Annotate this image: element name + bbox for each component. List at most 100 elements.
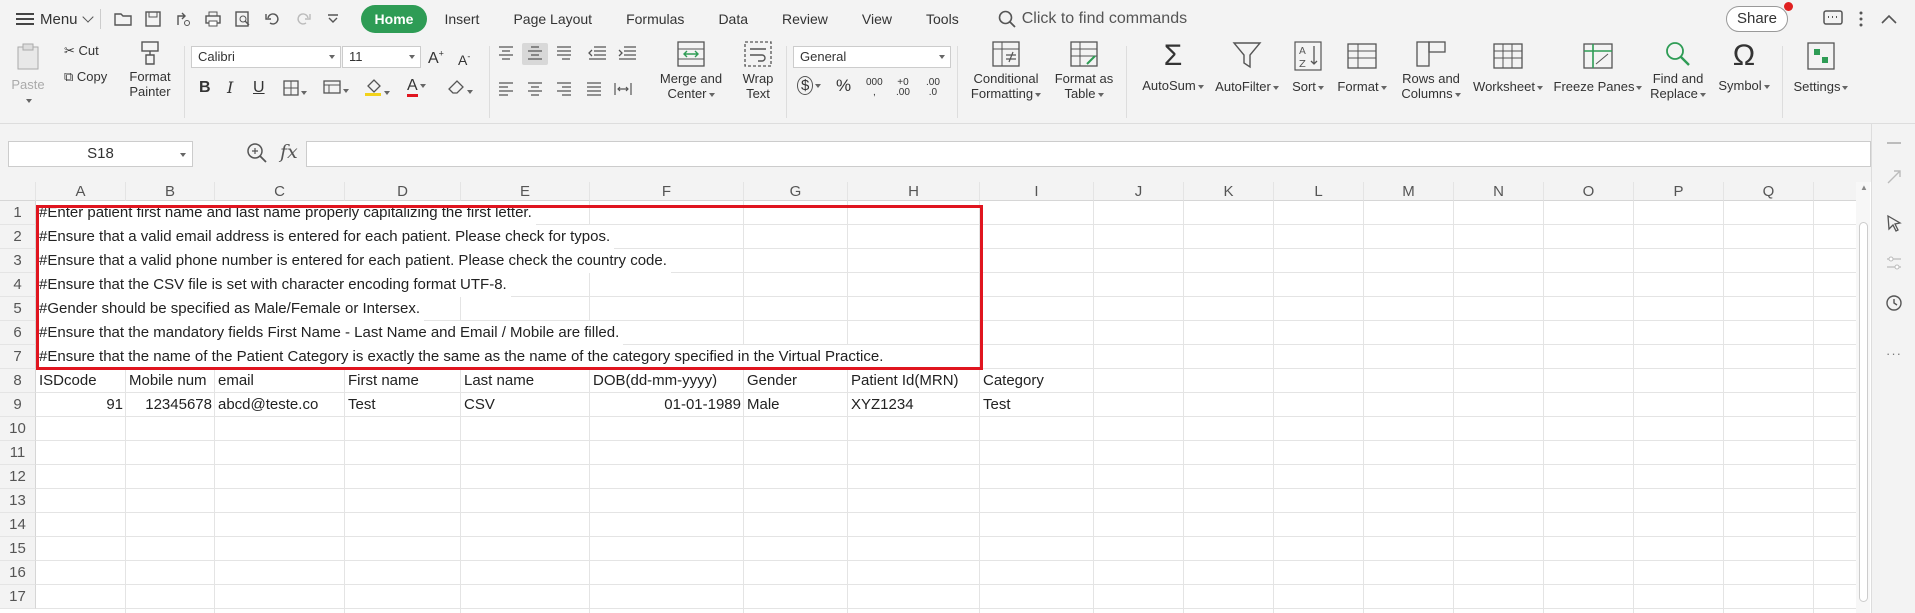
row-header-2[interactable]: 2: [0, 225, 36, 249]
align-right-button[interactable]: [556, 82, 572, 99]
menu-button[interactable]: Menu: [16, 5, 94, 33]
thousands-button[interactable]: 000,: [866, 78, 883, 98]
column-header-o[interactable]: O: [1544, 182, 1634, 201]
column-header-k[interactable]: K: [1184, 182, 1274, 201]
data-cell-i9[interactable]: Test: [983, 393, 1091, 417]
redo-icon[interactable]: [289, 5, 317, 33]
pointer-icon[interactable]: [1883, 212, 1905, 234]
tab-home[interactable]: Home: [360, 5, 428, 33]
header-cell-g8[interactable]: Gender: [747, 369, 847, 393]
font-name-select[interactable]: Calibri: [191, 46, 341, 68]
column-header-e[interactable]: E: [461, 182, 590, 201]
header-cell-b8[interactable]: Mobile num: [129, 369, 214, 393]
row-header-6[interactable]: 6: [0, 321, 36, 345]
format-painter-button[interactable]: Format Painter: [124, 40, 176, 99]
minimize-pane-icon[interactable]: [1883, 132, 1905, 154]
scroll-up-icon[interactable]: ▲: [1860, 183, 1868, 192]
data-cell-b9[interactable]: 12345678: [129, 393, 212, 417]
data-cell-g9[interactable]: Male: [747, 393, 845, 417]
italic-button[interactable]: I: [227, 80, 233, 96]
column-header-f[interactable]: F: [590, 182, 744, 201]
column-header-b[interactable]: B: [126, 182, 215, 201]
autosum-button[interactable]: Σ AutoSum: [1140, 40, 1206, 93]
row-header-13[interactable]: 13: [0, 489, 36, 513]
decrease-indent-button[interactable]: [588, 46, 606, 63]
data-cell-a9[interactable]: 91: [39, 393, 123, 417]
row-header-3[interactable]: 3: [0, 249, 36, 273]
fill-color-button[interactable]: [364, 78, 390, 99]
tab-insert[interactable]: Insert: [427, 5, 496, 33]
column-header-p[interactable]: P: [1634, 182, 1724, 201]
row-header-7[interactable]: 7: [0, 345, 36, 369]
column-header-q[interactable]: Q: [1724, 182, 1814, 201]
freeze-panes-button[interactable]: Freeze Panes: [1552, 40, 1644, 94]
note-cell-a2[interactable]: #Ensure that a valid email address is en…: [39, 225, 615, 249]
underline-button[interactable]: U: [253, 80, 265, 96]
data-cell-e9[interactable]: CSV: [464, 393, 587, 417]
column-header-i[interactable]: I: [980, 182, 1094, 201]
row-header-8[interactable]: 8: [0, 369, 36, 393]
tab-page-layout[interactable]: Page Layout: [496, 5, 609, 33]
data-cell-f9[interactable]: 01-01-1989: [593, 393, 741, 417]
column-header-a[interactable]: A: [36, 182, 126, 201]
wrap-text-button[interactable]: Wrap Text: [736, 40, 780, 101]
row-header-4[interactable]: 4: [0, 273, 36, 297]
adjust-icon[interactable]: [1883, 252, 1905, 274]
currency-button[interactable]: $: [797, 76, 822, 95]
align-center-button[interactable]: [527, 82, 543, 99]
symbol-button[interactable]: Ω Symbol: [1714, 40, 1774, 93]
more-options-icon[interactable]: [1848, 6, 1874, 32]
undo-icon[interactable]: [259, 5, 287, 33]
align-bottom-button[interactable]: [556, 46, 572, 63]
conditional-formatting-button[interactable]: Conditional Formatting: [967, 40, 1045, 101]
command-search[interactable]: Click to find commands: [998, 10, 1187, 28]
clear-button[interactable]: [447, 79, 473, 98]
column-header-n[interactable]: N: [1454, 182, 1544, 201]
share-button[interactable]: Share: [1726, 6, 1788, 32]
align-top-button[interactable]: [498, 46, 514, 63]
row-header-1[interactable]: 1: [0, 201, 36, 225]
column-header-d[interactable]: D: [345, 182, 461, 201]
row-header-10[interactable]: 10: [0, 417, 36, 441]
header-cell-a8[interactable]: ISDcode: [39, 369, 125, 393]
zoom-formula-icon[interactable]: [246, 142, 268, 169]
header-cell-d8[interactable]: First name: [348, 369, 460, 393]
open-folder-icon[interactable]: [109, 5, 137, 33]
name-box[interactable]: S18: [8, 141, 193, 167]
row-header-5[interactable]: 5: [0, 297, 36, 321]
note-cell-a1[interactable]: #Enter patient first name and last name …: [39, 201, 536, 225]
collapse-ribbon-icon[interactable]: [1876, 6, 1902, 32]
tab-tools[interactable]: Tools: [909, 5, 976, 33]
column-header-h[interactable]: H: [848, 182, 980, 201]
data-cell-h9[interactable]: XYZ1234: [851, 393, 977, 417]
insert-function-icon[interactable]: fx: [280, 141, 298, 163]
row-header-15[interactable]: 15: [0, 537, 36, 561]
format-as-table-button[interactable]: Format as Table: [1052, 40, 1116, 101]
header-cell-e8[interactable]: Last name: [464, 369, 589, 393]
comment-icon[interactable]: [1820, 6, 1846, 32]
spreadsheet-grid[interactable]: A B C D E F G H I J K L M N O P Q 1 2 3 4 5 6 7 8 9 10 11 12 13 14 15 16…: [0, 182, 1860, 613]
sort-button[interactable]: AZ Sort: [1288, 40, 1328, 94]
paste-button[interactable]: Paste: [8, 42, 48, 107]
row-header-17[interactable]: 17: [0, 585, 36, 609]
history-icon[interactable]: [1883, 292, 1905, 314]
increase-decimal-button[interactable]: +0.00: [896, 78, 910, 98]
row-header-11[interactable]: 11: [0, 441, 36, 465]
format-button[interactable]: Format: [1334, 40, 1390, 94]
header-cell-f8[interactable]: DOB(dd-mm-yyyy): [593, 369, 743, 393]
font-color-button[interactable]: A: [407, 77, 426, 97]
merge-center-button[interactable]: Merge and Center: [654, 40, 728, 101]
data-cell-c9[interactable]: abcd@teste.co: [218, 393, 342, 417]
customize-toolbar-icon[interactable]: [319, 5, 347, 33]
column-header-l[interactable]: L: [1274, 182, 1364, 201]
find-replace-button[interactable]: Find and Replace: [1648, 40, 1708, 101]
rows-columns-button[interactable]: Rows and Columns: [1396, 40, 1466, 101]
cell-style-button[interactable]: [323, 80, 349, 97]
tab-review[interactable]: Review: [765, 5, 845, 33]
increase-font-button[interactable]: A+: [428, 47, 444, 67]
header-cell-i8[interactable]: Category: [983, 369, 1093, 393]
export-icon[interactable]: [169, 5, 197, 33]
more-icon[interactable]: ···: [1883, 342, 1905, 364]
justify-button[interactable]: [586, 82, 602, 99]
header-cell-h8[interactable]: Patient Id(MRN): [851, 369, 979, 393]
